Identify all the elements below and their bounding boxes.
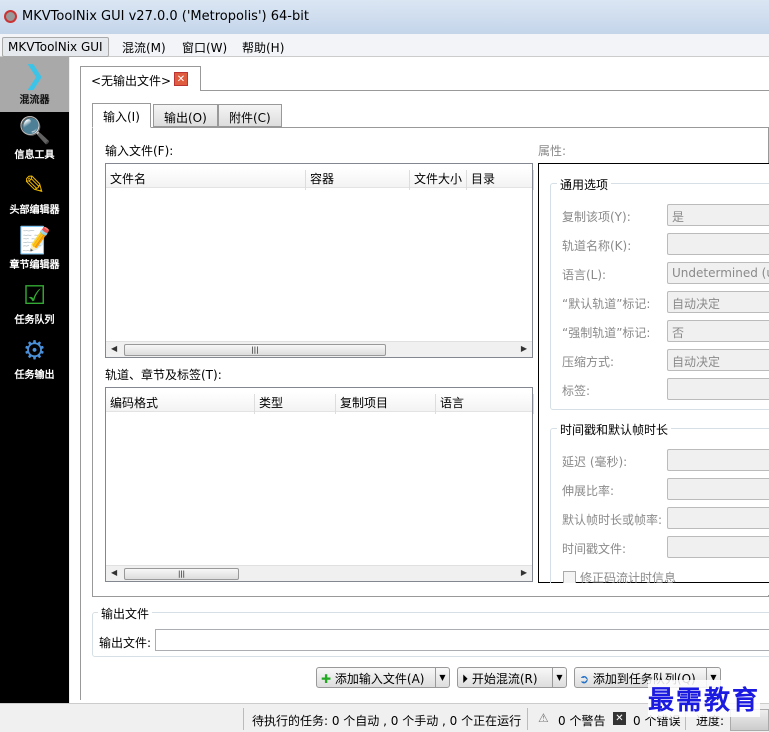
column-header[interactable]: 容器 <box>306 170 410 190</box>
property-label: “默认轨道”标记: <box>562 297 651 311</box>
column-header[interactable]: 目录 <box>467 170 534 190</box>
dropdown-arrow-icon[interactable]: ▼ <box>435 668 449 687</box>
start-mux-button[interactable]: ⏵ 开始混流(R) ▼ <box>457 667 567 688</box>
tab-attachments[interactable]: 附件(C) <box>218 104 282 127</box>
sidebar: ❯ 混流器 🔍 信息工具 ✎ 头部编辑器 📝 章节编辑器 ☑ 任务队列 ⚙ 任务输出 <box>0 57 69 703</box>
sidebar-item-chapter-editor[interactable]: 📝 章节编辑器 <box>0 222 69 277</box>
warning-icon: ⚠ <box>538 711 549 725</box>
tracks-table[interactable]: 编码格式 类型 复制项目 语言 ◀ ||| ▶ <box>105 387 534 582</box>
sidebar-item-job-output[interactable]: ⚙ 任务输出 <box>0 332 69 387</box>
properties-label: 属性: <box>538 144 567 158</box>
play-icon: ⏵ <box>462 672 469 686</box>
output-file-label: 输出文件: <box>99 636 152 650</box>
group-title: 通用选项 <box>557 176 612 193</box>
scroll-left-icon[interactable]: ◀ <box>111 568 117 577</box>
document-tab-label: <无输出文件> <box>91 74 172 88</box>
scroll-right-icon[interactable]: ▶ <box>521 344 527 353</box>
mixer-icon: ❯ <box>23 61 46 91</box>
tab-input[interactable]: 输入(I) <box>92 103 151 128</box>
property-label: 语言(L): <box>562 268 607 282</box>
error-icon: ✕ <box>613 712 626 725</box>
sidebar-item-mixer[interactable]: ❯ 混流器 <box>0 57 69 112</box>
table-header: 文件名 容器 文件大小 目录 <box>106 168 534 190</box>
property-label: 复制该项(Y): <box>562 210 631 224</box>
menu-window[interactable]: 窗口(W) <box>177 37 232 58</box>
horizontal-scrollbar[interactable]: ◀ ||| ▶ <box>106 565 532 581</box>
scroll-left-icon[interactable]: ◀ <box>111 344 117 353</box>
menu-help[interactable]: 帮助(H) <box>237 37 289 58</box>
group-title: 时间戳和默认帧时长 <box>557 421 672 438</box>
menu-mux[interactable]: 混流(M) <box>117 37 171 58</box>
table-header: 编码格式 类型 复制项目 语言 <box>106 392 534 414</box>
property-label: 默认帧时长或帧率: <box>562 513 663 527</box>
property-field[interactable] <box>667 378 769 400</box>
document-tab[interactable]: <无输出文件> ✕ <box>80 66 201 91</box>
input-files-table[interactable]: 文件名 容器 文件大小 目录 ◀ ||| ▶ <box>105 163 534 358</box>
horizontal-scrollbar[interactable]: ◀ ||| ▶ <box>106 341 532 357</box>
frame-clip <box>538 583 769 595</box>
property-field[interactable] <box>667 536 769 558</box>
column-header[interactable]: 文件大小 <box>410 170 467 190</box>
column-header[interactable]: 语言 <box>436 394 534 414</box>
window-title: MKVToolNix GUI v27.0.0 ('Metropolis') 64… <box>22 9 309 24</box>
app-icon <box>4 10 17 23</box>
property-label: 标签: <box>562 384 591 398</box>
property-field[interactable] <box>667 507 769 529</box>
column-header[interactable]: 文件名 <box>106 170 306 190</box>
pencil-icon: ✎ <box>23 171 46 201</box>
sidebar-item-info[interactable]: 🔍 信息工具 <box>0 112 69 167</box>
sidebar-item-header-editor[interactable]: ✎ 头部编辑器 <box>0 167 69 222</box>
property-field[interactable]: 是 <box>667 204 769 226</box>
tab-output[interactable]: 输出(O) <box>153 104 218 127</box>
property-field[interactable] <box>667 478 769 500</box>
close-icon[interactable]: ✕ <box>174 72 188 86</box>
title-bar: MKVToolNix GUI v27.0.0 ('Metropolis') 64… <box>0 0 769 34</box>
property-label: 压缩方式: <box>562 355 615 369</box>
property-field[interactable]: 自动决定 <box>667 349 769 371</box>
watermark: 最需教育 <box>648 680 761 717</box>
column-header[interactable]: 类型 <box>255 394 336 414</box>
property-label: 延迟 (毫秒): <box>562 455 628 469</box>
property-field[interactable] <box>667 233 769 255</box>
property-label: 伸展比率: <box>562 484 615 498</box>
scroll-right-icon[interactable]: ▶ <box>521 568 527 577</box>
property-field[interactable]: 否 <box>667 320 769 342</box>
button-label: 添加输入文件(A) <box>334 672 425 686</box>
scrollbar-thumb[interactable]: ||| <box>124 344 386 356</box>
tracks-label: 轨道、章节及标签(T): <box>105 368 222 382</box>
magnifier-icon: 🔍 <box>18 116 51 146</box>
queue-arrow-icon: ➲ <box>579 672 590 686</box>
plus-icon: ✚ <box>321 672 332 686</box>
column-header[interactable]: 编码格式 <box>106 394 255 414</box>
dropdown-arrow-icon[interactable]: ▼ <box>552 668 566 687</box>
jobs-status: 待执行的任务: 0 个自动 , 0 个手动 , 0 个正在运行 <box>252 714 522 728</box>
input-files-label: 输入文件(F): <box>105 144 174 158</box>
output-file-input[interactable] <box>155 629 769 651</box>
property-label: “强制轨道”标记: <box>562 326 651 340</box>
menu-mkvtoolnix[interactable]: MKVToolNix GUI <box>2 37 109 57</box>
notepad-icon: 📝 <box>18 226 51 256</box>
warnings-count[interactable]: 0 个警告 <box>558 712 605 729</box>
menu-bar: MKVToolNix GUI 混流(M) 窗口(W) 帮助(H) <box>0 34 769 57</box>
property-field[interactable] <box>667 449 769 471</box>
column-header[interactable]: 复制项目 <box>336 394 436 414</box>
button-label: 开始混流(R) <box>471 672 538 686</box>
scrollbar-thumb[interactable]: ||| <box>124 568 239 580</box>
checklist-icon: ☑ <box>22 281 47 311</box>
property-field[interactable]: Undetermined (und) <box>667 262 769 284</box>
add-input-file-button[interactable]: ✚ 添加输入文件(A) ▼ <box>316 667 450 688</box>
sidebar-item-job-queue[interactable]: ☑ 任务队列 <box>0 277 69 332</box>
gear-icon: ⚙ <box>22 336 47 366</box>
property-label: 轨道名称(K): <box>562 239 632 253</box>
property-label: 时间戳文件: <box>562 542 627 556</box>
property-field[interactable]: 自动决定 <box>667 291 769 313</box>
group-title: 输出文件 <box>98 605 153 622</box>
